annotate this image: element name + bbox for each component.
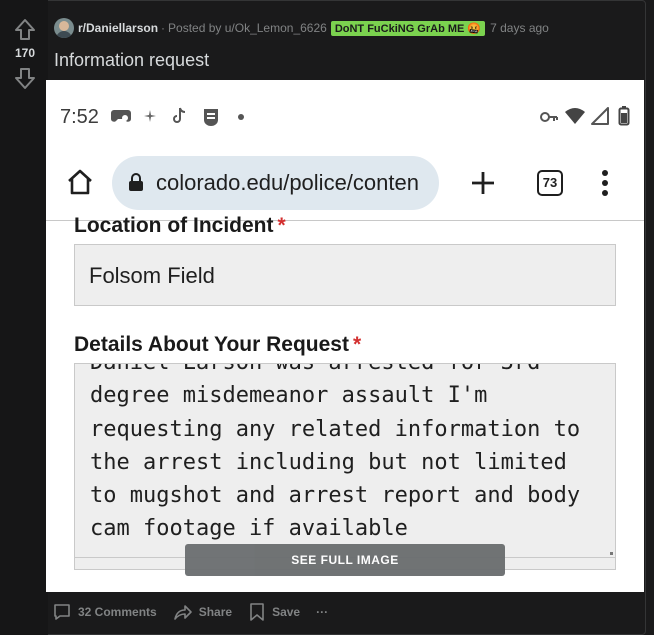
share-label: Share [198,605,233,619]
subreddit-link[interactable]: r/Daniellarson [78,21,158,35]
comments-label: 32 Comments [78,605,157,619]
comment-icon [54,604,70,620]
signal-icon [591,107,609,125]
tab-count-button[interactable]: 73 [537,170,563,196]
share-icon [173,605,192,620]
vote-score: 170 [14,46,36,60]
home-icon[interactable] [66,168,94,196]
vpn-key-icon [540,112,558,122]
save-label: Save [272,605,301,619]
comments-button[interactable]: 32 Comments [52,602,157,622]
location-label: Location of Incident * [74,214,286,238]
location-label-text: Location of Incident [74,214,274,237]
details-text: Daniel Larson was arrested for 3rd degre… [90,364,581,542]
resize-handle[interactable] [610,552,613,555]
save-button[interactable]: Save [248,602,300,622]
upvote-icon[interactable] [14,18,36,42]
user-flair: DoNT FuCkiNG GrAb ME 🤬 [330,20,486,36]
post-title[interactable]: Information request [54,50,209,71]
more-options-icon: ··· [316,605,329,619]
gamepad-icon [111,110,131,122]
vote-column: 170 [0,0,48,635]
posted-by[interactable]: Posted by u/Ok_Lemon_6626 [168,21,327,35]
new-tab-icon[interactable] [470,170,496,196]
downvote-icon[interactable] [14,66,36,90]
required-marker: * [277,214,286,237]
post-actions: 32 Comments Share Save ··· [52,600,344,624]
details-label: Details About Your Request * [74,333,361,357]
wifi-icon [565,108,585,124]
sparkle-icon [144,110,156,122]
subreddit-avatar[interactable] [54,18,74,38]
status-time: 7:52 [60,106,99,128]
post-image[interactable]: 7:52 colorado.edu/police/conten 73 Locat… [46,80,644,592]
battery-icon [618,106,630,126]
share-button[interactable]: Share [173,602,232,622]
meta-separator: · [161,21,166,35]
lock-icon[interactable] [128,172,144,192]
location-value: Folsom Field [89,263,215,288]
notification-dot-icon [238,114,244,120]
see-full-image-button[interactable]: SEE FULL IMAGE [185,544,505,576]
post-meta: r/Daniellarson · Posted by u/Ok_Lemon_66… [54,18,549,38]
tiktok-icon [173,107,186,123]
location-input[interactable]: Folsom Field [74,244,616,306]
bookmark-icon [250,603,264,621]
post-time[interactable]: 7 days ago [490,21,549,35]
more-vert-icon[interactable] [602,169,608,197]
more-options-button[interactable]: ··· [316,605,328,619]
app-shield-icon [204,109,218,126]
required-marker: * [352,333,362,356]
details-label-text: Details About Your Request [74,333,349,356]
post-card: 170 r/Daniellarson · Posted by u/Ok_Lemo… [0,0,654,635]
url-text[interactable]: colorado.edu/police/conten [156,170,419,196]
details-textarea[interactable]: Daniel Larson was arrested for 3rd degre… [74,363,616,558]
